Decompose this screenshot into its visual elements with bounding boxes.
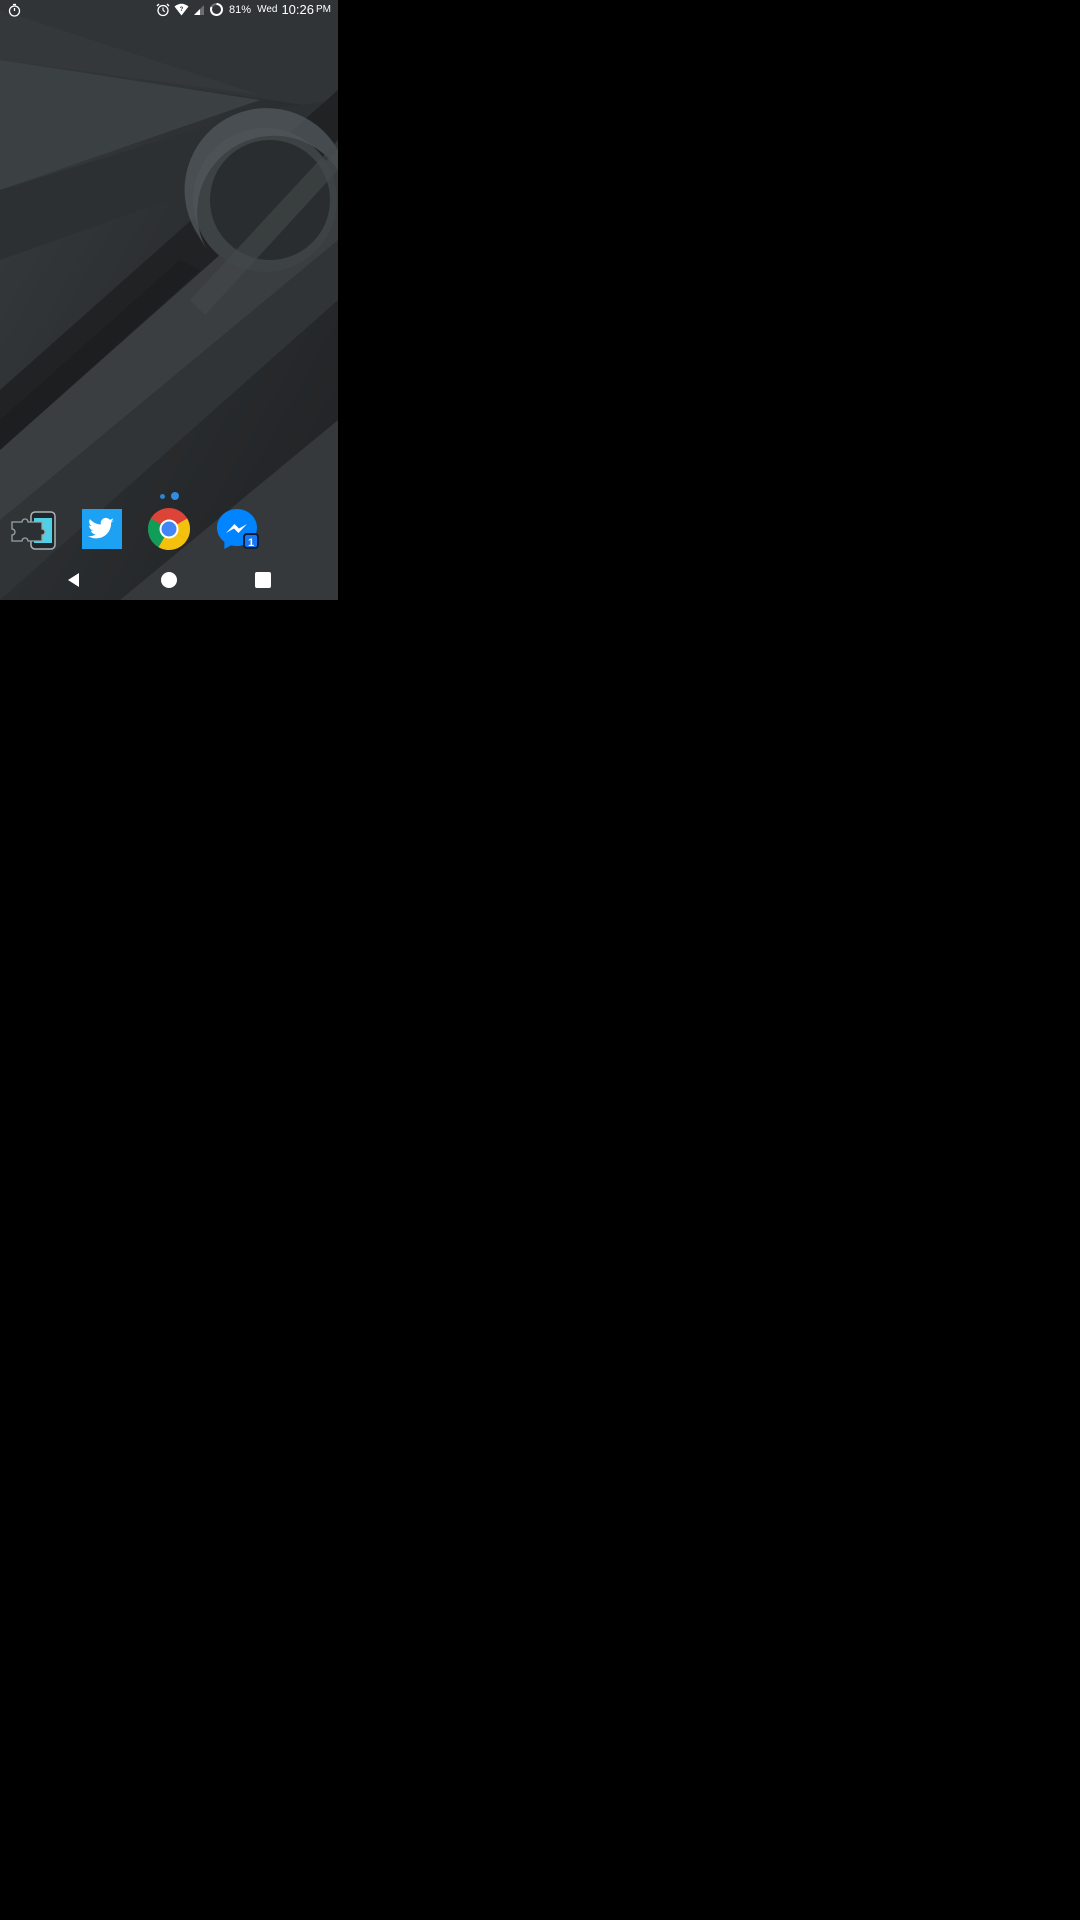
back-icon	[68, 573, 79, 587]
page-dot-active[interactable]	[171, 492, 179, 500]
notification-badge: 1	[243, 533, 259, 549]
messenger-app[interactable]: 1	[213, 505, 261, 553]
wifi-icon: ?	[174, 3, 189, 16]
battery-percent: 81%	[229, 3, 252, 16]
chrome-icon	[147, 508, 191, 551]
home-icon	[161, 572, 177, 588]
app-dock: 1	[0, 505, 338, 555]
signal-icon	[193, 4, 205, 16]
status-icons: ? 81% Wed 10:26 PM	[156, 2, 331, 17]
chrome-app[interactable]	[145, 505, 193, 553]
alarm-icon	[156, 3, 170, 17]
puzzle-phone-icon	[11, 511, 56, 550]
status-ampm: PM	[316, 4, 331, 15]
status-bar: ? 81% Wed 10:26 PM	[0, 0, 338, 20]
status-day: Wed	[257, 4, 278, 15]
app-icon-puzzle[interactable]	[8, 505, 56, 553]
back-button[interactable]	[63, 569, 85, 591]
recents-icon	[255, 572, 271, 588]
svg-text:?: ?	[180, 7, 184, 13]
page-indicator	[160, 491, 180, 501]
phone-screen: ? 81% Wed 10:26 PM 1	[0, 0, 338, 600]
status-time: 10:26	[281, 2, 314, 17]
home-button[interactable]	[158, 569, 180, 591]
stopwatch-icon	[8, 3, 21, 20]
navigation-bar	[0, 563, 338, 597]
recents-button[interactable]	[252, 569, 274, 591]
twitter-icon	[82, 509, 122, 549]
twitter-app[interactable]	[78, 505, 126, 553]
battery-ring-icon	[209, 2, 224, 17]
page-dot[interactable]	[160, 493, 165, 499]
